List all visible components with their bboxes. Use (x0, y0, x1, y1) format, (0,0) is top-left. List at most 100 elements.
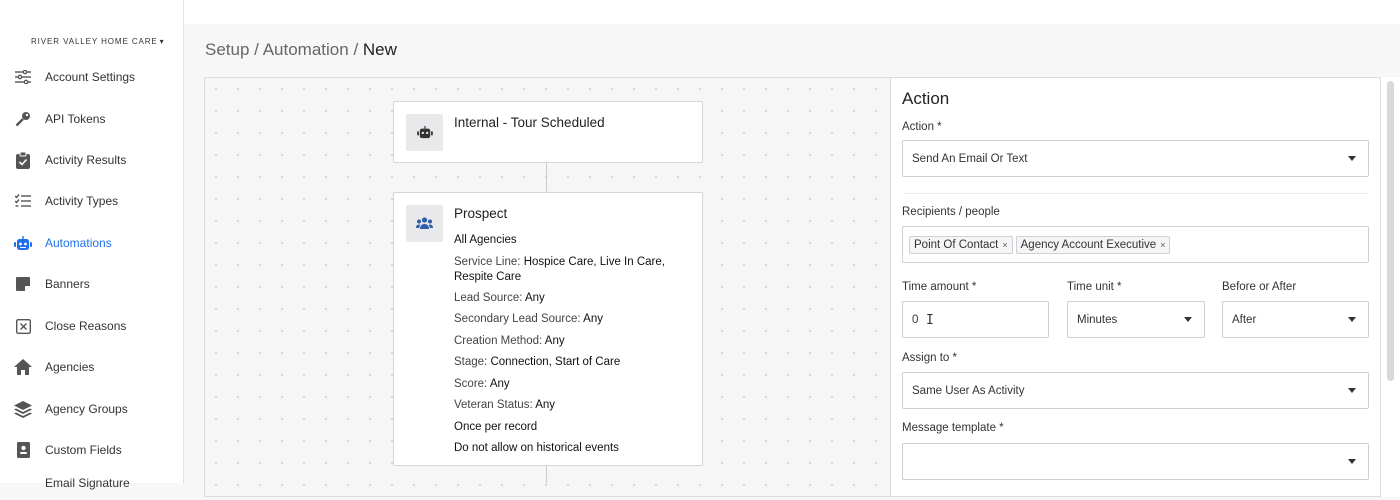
panel-scrollbar[interactable] (1381, 77, 1400, 497)
caret-down-icon (1348, 317, 1356, 322)
filter-secondary-lead-source: Secondary Lead Source: Any (454, 309, 665, 331)
sidebar-item-api-tokens[interactable]: API Tokens (0, 102, 183, 136)
breadcrumb-automation[interactable]: Automation (263, 40, 349, 59)
caret-down-icon (1184, 317, 1192, 322)
filter-details: All Agencies Service Line: Hospice Care,… (454, 230, 665, 460)
message-template-label: Message template * (902, 422, 1004, 434)
robot-icon (14, 234, 32, 252)
sidebar-item-close-reasons[interactable]: Close Reasons (0, 309, 183, 343)
filter-label: Lead Source: (454, 291, 523, 304)
sidebar-item-label: Close Reasons (45, 319, 127, 333)
users-icon (406, 205, 443, 242)
time-unit-select[interactable]: Minutes (1067, 301, 1205, 338)
home-icon (14, 358, 32, 376)
id-card-icon (14, 441, 32, 459)
filter-label: Stage: (454, 356, 488, 368)
sidebar-item-label: Activity Results (45, 153, 127, 167)
sidebar-item-agency-groups[interactable]: Agency Groups (0, 392, 183, 426)
before-after-select[interactable]: After (1222, 301, 1369, 338)
pen-icon (14, 474, 32, 492)
text-cursor-icon: I (926, 313, 934, 328)
time-amount-value: 0 (912, 313, 919, 326)
filter-value: Hospice Care, Live In Care, (523, 255, 665, 268)
breadcrumb-setup[interactable]: Setup (205, 40, 249, 59)
filter-veteran-status: Veteran Status: Any (454, 395, 665, 417)
filter-value: Any (489, 377, 510, 390)
filter-label: Creation Method: (454, 334, 543, 347)
filter-value: Connection, Start of Care (490, 356, 621, 368)
sidebar-item-activity-results[interactable]: Activity Results (0, 143, 183, 177)
filter-value: Any (535, 399, 556, 411)
breadcrumb-separator: / (353, 40, 359, 59)
panel-title: Action (902, 89, 950, 108)
filter-once-per-record: Once per record (454, 420, 538, 433)
top-strip (0, 0, 1400, 24)
filter-title: Prospect (454, 206, 508, 221)
robot-icon (406, 114, 443, 151)
time-unit-value: Minutes (1077, 313, 1118, 326)
breadcrumb: Setup / Automation / New (205, 40, 397, 60)
recipient-tag: Point Of Contact × (909, 235, 1013, 254)
time-amount-label: Time amount * (902, 281, 977, 293)
breadcrumb-current: New (362, 40, 397, 59)
sidebar-item-account-settings[interactable]: Account Settings (0, 60, 183, 94)
filter-lead-source: Lead Source: Any (454, 288, 665, 310)
filter-creation-method: Creation Method: Any (454, 331, 665, 353)
workflow-connector (546, 466, 547, 483)
sidebar-item-label: Activity Types (45, 194, 119, 208)
sidebar-item-agencies[interactable]: Agencies (0, 350, 183, 384)
action-label: Action * (902, 121, 942, 133)
sidebar-item-label: Custom Fields (45, 443, 122, 457)
filter-score: Score: Any (454, 374, 665, 396)
filter-label: Score: (454, 377, 488, 390)
divider (903, 193, 1369, 194)
sidebar-item-label: API Tokens (45, 112, 106, 126)
scrollbar-thumb[interactable] (1387, 81, 1394, 381)
org-switcher[interactable]: RIVER VALLEY HOME CARE ▾ (31, 37, 165, 46)
recipient-tag-label: Agency Account Executive (1020, 238, 1157, 251)
remove-recipient-icon[interactable]: × (1002, 240, 1007, 250)
breadcrumb-separator: / (254, 40, 259, 59)
sidebar: RIVER VALLEY HOME CARE ▾ Account Setting… (0, 0, 184, 490)
list-check-icon (14, 192, 32, 210)
assign-to-value: Same User As Activity (912, 384, 1025, 397)
assign-to-label: Assign to * (902, 352, 957, 364)
chevron-down-icon: ▾ (159, 37, 165, 46)
remove-recipient-icon[interactable]: × (1160, 240, 1165, 250)
sidebar-item-label: Agency Groups (45, 402, 128, 416)
sidebar-item-label: Account Settings (45, 70, 136, 84)
key-icon (14, 110, 32, 128)
before-after-value: After (1232, 313, 1257, 326)
assign-to-select[interactable]: Same User As Activity (902, 372, 1369, 409)
filter-service-line: Service Line: Hospice Care, Live In Care… (454, 252, 665, 288)
recipient-tag-label: Point Of Contact (914, 238, 999, 251)
sidebar-item-custom-fields[interactable]: Custom Fields (0, 433, 183, 467)
recipients-input[interactable]: Point Of Contact × Agency Account Execut… (902, 226, 1369, 263)
trigger-title: Internal - Tour Scheduled (454, 115, 605, 130)
time-amount-input[interactable]: 0 (902, 301, 1049, 338)
filter-stage: Stage: Connection, Start of Care (454, 352, 665, 374)
filter-agencies: All Agencies (454, 234, 517, 246)
filter-card[interactable]: Prospect All Agencies Service Line: Hosp… (393, 192, 703, 466)
filter-historical: Do not allow on historical events (454, 442, 619, 454)
x-square-icon (14, 317, 32, 335)
sidebar-item-banners[interactable]: Banners (0, 267, 183, 301)
workflow-connector (546, 163, 547, 192)
sidebar-item-email-signature[interactable]: Email Signature (0, 466, 183, 500)
note-icon (14, 275, 32, 293)
org-name: RIVER VALLEY HOME CARE (31, 37, 158, 46)
time-unit-label: Time unit * (1067, 281, 1122, 293)
trigger-card[interactable]: Internal - Tour Scheduled (393, 101, 703, 163)
sidebar-item-label: Agencies (45, 360, 95, 374)
sliders-icon (14, 68, 32, 86)
sidebar-item-activity-types[interactable]: Activity Types (0, 184, 183, 218)
sidebar-item-label: Banners (45, 277, 90, 291)
sidebar-item-label: Automations (45, 236, 112, 250)
message-template-select[interactable] (902, 443, 1369, 480)
filter-value: Respite Care (454, 270, 522, 283)
action-select[interactable]: Send An Email Or Text (902, 140, 1369, 177)
filter-value: Any (544, 334, 565, 347)
filter-value: Any (524, 291, 545, 304)
sidebar-item-automations[interactable]: Automations (0, 226, 183, 260)
action-panel: Action Action * Send An Email Or Text Re… (890, 77, 1381, 497)
